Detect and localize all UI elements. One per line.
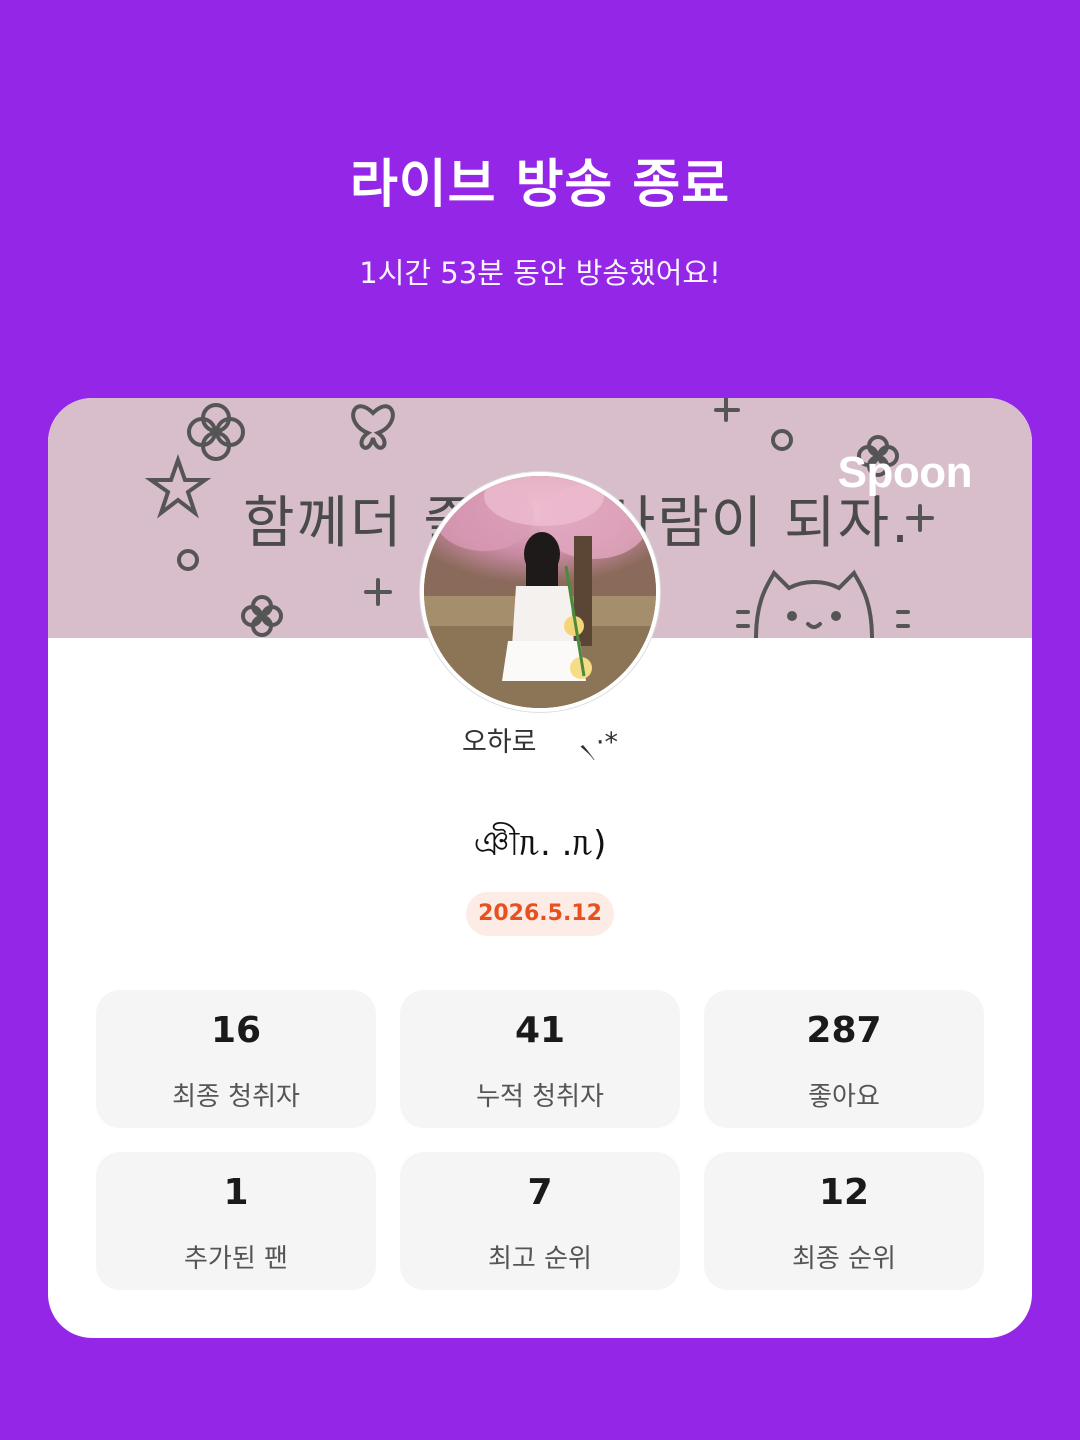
whisker-doodle-icon: [736, 610, 750, 628]
circle-doodle-icon: [177, 549, 199, 571]
stat-value: 1: [223, 1172, 249, 1213]
circle-doodle-icon: [771, 429, 793, 451]
stat-label: 좋아요: [808, 1082, 880, 1112]
stat-likes: 287 좋아요: [704, 990, 984, 1128]
stat-label: 최종 청취자: [172, 1082, 300, 1112]
profile-photo: [424, 476, 656, 708]
stat-final-rank: 12 최종 순위: [704, 1152, 984, 1290]
avatar: [420, 472, 660, 712]
plus-doodle-icon: [364, 578, 392, 606]
stat-label: 누적 청취자: [476, 1082, 604, 1112]
star-doodle-icon: [144, 453, 212, 519]
stat-value: 287: [806, 1010, 882, 1051]
stat-total-listeners: 41 누적 청취자: [400, 990, 680, 1128]
whisker-doodle-icon: [896, 610, 910, 628]
stat-label: 추가된 팬: [184, 1244, 288, 1274]
plus-doodle-icon: [714, 398, 740, 422]
plus-doodle-icon: [906, 504, 934, 532]
broadcast-duration: 1시간 53분 동안 방송했어요!: [359, 256, 721, 290]
broadcast-summary-card: 함께더 즐거운 사람이 되자. Spoon: [48, 398, 1032, 1338]
live-title: ঞীᥰ. .ᥰ): [473, 824, 607, 864]
stat-value: 41: [514, 1010, 566, 1051]
stat-value: 12: [818, 1172, 870, 1213]
butterfly-doodle-icon: [351, 404, 395, 450]
stat-best-rank: 7 최고 순위: [400, 1152, 680, 1290]
broadcast-date-badge: 2026.5.12: [466, 892, 614, 936]
stat-label: 최고 순위: [488, 1244, 592, 1274]
host-nickname: 오하로 ৲·*: [462, 727, 618, 758]
cat-doodle-icon: [754, 569, 874, 638]
stat-new-fans: 1 추가된 팬: [96, 1152, 376, 1290]
stat-final-listeners: 16 최종 청취자: [96, 990, 376, 1128]
page-title: 라이브 방송 종료: [349, 155, 731, 215]
spoon-logo: Spoon: [837, 448, 973, 497]
stat-label: 최종 순위: [792, 1244, 896, 1274]
flower-doodle-icon: [187, 403, 245, 461]
stat-value: 16: [210, 1010, 262, 1051]
stat-value: 7: [527, 1172, 553, 1213]
flower-doodle-icon: [241, 595, 283, 637]
